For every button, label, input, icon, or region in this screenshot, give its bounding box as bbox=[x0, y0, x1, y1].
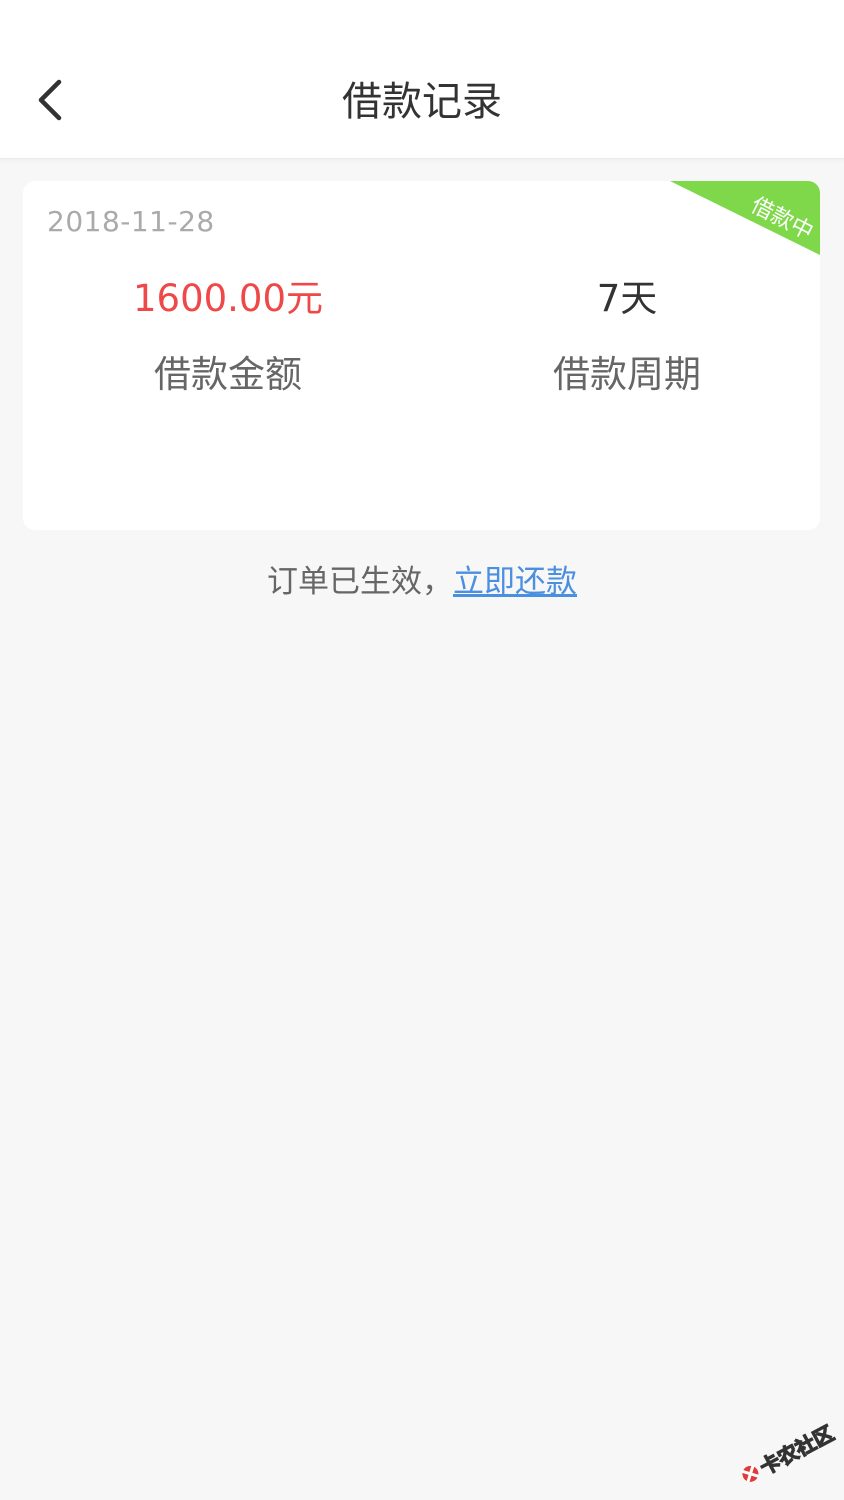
loan-amount-label: 借款金额 bbox=[154, 353, 302, 396]
repay-now-link[interactable]: 立即还款 bbox=[453, 564, 577, 600]
watermark-text: 卡农社区 bbox=[756, 1422, 838, 1480]
order-notice-text: 订单已生效， bbox=[267, 564, 453, 600]
loan-period-label: 借款周期 bbox=[553, 353, 701, 396]
loan-record-card[interactable]: 2018-11-28 借款中 1600.00元 借款金额 7天 借款周期 bbox=[23, 181, 820, 530]
loan-amount-block: 1600.00元 借款金额 bbox=[29, 271, 427, 401]
status-badge: 借款中 bbox=[670, 181, 820, 255]
loan-amount-value: 1600.00元 bbox=[132, 277, 323, 320]
page-title: 借款记录 bbox=[342, 79, 502, 125]
order-notice: 订单已生效，立即还款 bbox=[0, 560, 844, 604]
loan-period-value: 7天 bbox=[596, 277, 658, 320]
record-date: 2018-11-28 bbox=[47, 205, 215, 238]
nav-bar: 借款记录 bbox=[0, 0, 844, 159]
loan-period-block: 7天 借款周期 bbox=[428, 271, 820, 401]
watermark-logo: 卡农社区 bbox=[728, 1420, 838, 1483]
